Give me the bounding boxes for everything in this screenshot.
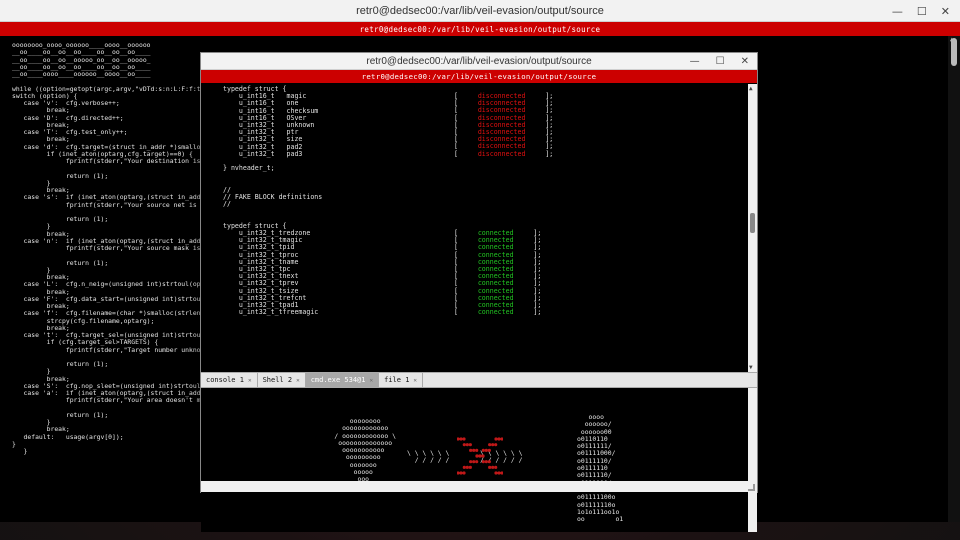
- x-dot: [475, 448, 479, 452]
- x-dot: [465, 443, 469, 447]
- source-pane[interactable]: typedef struct { u_int16_t magic u_int16…: [201, 84, 749, 372]
- terminal-tab-bar: console 1 ✕ Shell 2 ✕ cmd.exe 534@1 ✕ file 1 ✕: [201, 372, 757, 388]
- source-pane-scrollbar[interactable]: ▲ ▼: [748, 84, 757, 372]
- terminal-tab[interactable]: file 1 ✕: [379, 373, 424, 387]
- x-dot: [481, 448, 485, 452]
- outer-maximize-button[interactable]: ☐: [917, 5, 927, 18]
- window-bottom-strip: [201, 481, 757, 492]
- resize-grip-icon[interactable]: [748, 484, 755, 491]
- x-dot: [462, 443, 466, 447]
- x-dot: [475, 454, 479, 458]
- disconnected-status: [ disconnected ];: [454, 149, 554, 158]
- x-dot: [487, 460, 491, 464]
- x-dot: [488, 465, 492, 469]
- source-line: [223, 208, 322, 215]
- source-scrollbar-thumb[interactable]: [750, 213, 755, 233]
- x-dot: [469, 460, 473, 464]
- outer-close-button[interactable]: ✕: [941, 5, 950, 18]
- x-dot: [475, 460, 479, 464]
- x-dot: [484, 460, 488, 464]
- connected-status: [ connected ];: [454, 308, 542, 317]
- source-line: [223, 180, 322, 187]
- source-code-text: typedef struct { u_int16_t magic u_int16…: [223, 85, 323, 317]
- x-dot: [481, 460, 485, 464]
- tab-close-icon[interactable]: ✕: [248, 377, 252, 384]
- source-line: //: [223, 200, 231, 209]
- source-line: [223, 172, 322, 179]
- tab-label: file 1: [384, 376, 410, 384]
- x-dot: [462, 471, 466, 475]
- outer-titlebar[interactable]: retr0@dedsec00:/var/lib/veil-evasion/out…: [0, 0, 960, 22]
- tab-label: cmd.exe 534@1: [310, 376, 366, 384]
- source-line: // FAKE BLOCK definitions: [223, 193, 323, 202]
- x-dot: [462, 437, 466, 441]
- x-dot: [469, 448, 473, 452]
- source-line: } nvheader_t;: [223, 164, 275, 173]
- ascii-art-right: oooo oooooo/ oooooo00 o0110110 o0111111/o0…: [577, 413, 624, 524]
- scroll-down-icon[interactable]: ▼: [749, 364, 753, 371]
- x-dot: [488, 443, 492, 447]
- x-dot: [497, 471, 501, 475]
- terminal-tab[interactable]: Shell 2 ✕: [258, 373, 306, 387]
- outer-window-title: retr0@dedsec00:/var/lib/veil-evasion/out…: [356, 4, 604, 17]
- source-line: u_int32_t_tfreemagic: [223, 308, 319, 317]
- console-pane-scrollbar[interactable]: [748, 388, 757, 532]
- x-dot: [472, 460, 476, 464]
- x-dot: [481, 454, 485, 458]
- x-dot: [500, 471, 503, 475]
- x-dot: [472, 448, 476, 452]
- source-line: u_int32_t pad3: [223, 149, 303, 158]
- outer-scrollbar-thumb[interactable]: [951, 38, 957, 66]
- inner-tab-title-bar[interactable]: retr0@dedsec00:/var/lib/veil-evasion/out…: [201, 70, 757, 83]
- x-dot: [468, 465, 472, 469]
- x-dot: [491, 443, 495, 447]
- inner-maximize-button[interactable]: ☐: [716, 56, 725, 67]
- scroll-up-icon[interactable]: ▲: [749, 85, 753, 92]
- x-dot: [478, 454, 482, 458]
- inner-minimize-button[interactable]: —: [690, 56, 700, 67]
- outer-scrollbar[interactable]: ▲: [948, 36, 960, 522]
- disconnected-status-column: [ disconnected ];[ disconnected ];[ disc…: [454, 92, 554, 158]
- ascii-line: oo o1: [577, 515, 624, 524]
- tab-close-icon[interactable]: ✕: [370, 377, 374, 384]
- x-dot: [465, 465, 469, 469]
- x-dot: [500, 437, 503, 441]
- x-dot: [497, 437, 501, 441]
- x-dot: [459, 437, 463, 441]
- tab-close-icon[interactable]: ✕: [413, 377, 417, 384]
- x-dot: [457, 437, 460, 441]
- inner-close-button[interactable]: ✕: [741, 56, 749, 67]
- tab-close-icon[interactable]: ✕: [296, 377, 300, 384]
- x-dot: [491, 465, 495, 469]
- tab-label: Shell 2: [262, 376, 293, 384]
- inner-window-title: retr0@dedsec00:/var/lib/veil-evasion/out…: [366, 55, 592, 67]
- tab-label: console 1: [206, 376, 244, 384]
- outer-minimize-button[interactable]: —: [892, 5, 903, 18]
- x-dot: [459, 471, 463, 475]
- x-dot: [494, 443, 498, 447]
- connected-status-column: [ connected ];[ connected ];[ connected …: [454, 229, 542, 317]
- outer-window-controls: — ☐ ✕: [892, 0, 950, 22]
- x-dot: [494, 465, 498, 469]
- x-dot: [462, 465, 466, 469]
- terminal-tab[interactable]: console 1 ✕: [201, 373, 258, 387]
- red-x-icon: [457, 437, 503, 475]
- x-dot: [484, 448, 488, 452]
- x-dot: [468, 443, 472, 447]
- x-dot: [494, 437, 498, 441]
- inner-window-controls: — ☐ ✕: [690, 53, 749, 70]
- terminal-tab[interactable]: cmd.exe 534@1 ✕: [305, 373, 380, 387]
- inner-titlebar[interactable]: retr0@dedsec00:/var/lib/veil-evasion/out…: [201, 53, 757, 70]
- x-dot: [494, 471, 498, 475]
- outer-tab-title-bar[interactable]: retr0@dedsec00:/var/lib/veil-evasion/out…: [0, 22, 960, 36]
- inner-terminal-window: retr0@dedsec00:/var/lib/veil-evasion/out…: [200, 52, 758, 532]
- x-dot: [487, 448, 491, 452]
- console-pane[interactable]: oooooooo oooooooooooo / oooooooooooo \ o…: [201, 388, 749, 532]
- x-dot: [457, 471, 460, 475]
